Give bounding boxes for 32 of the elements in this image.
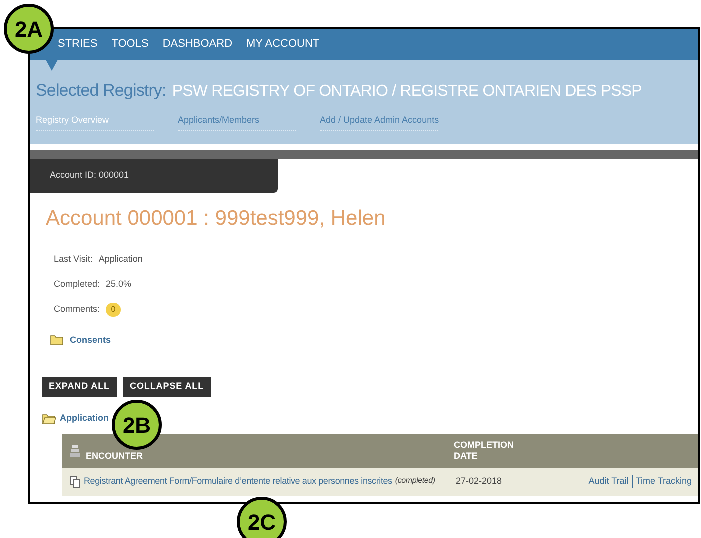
field-label: Completed:	[54, 278, 100, 292]
registry-name: PSW REGISTRY OF ONTARIO / REGISTRE ONTARIEN DES PSSP	[172, 82, 642, 102]
consents-link[interactable]: Consents	[70, 334, 112, 347]
nav-link[interactable]: STRIES	[58, 36, 98, 53]
field-label: Comments:	[54, 303, 100, 316]
registry-label: Selected Registry:	[36, 80, 166, 102]
nav-link[interactable]: DASHBOARD	[162, 36, 233, 53]
form-link[interactable]: Registrant Agreement Form/Formulaire d’entente relative aux personnes inscrites	[84, 474, 392, 488]
registry-tab[interactable]: Applicants/Members	[178, 114, 296, 130]
date-cell-text: 27-02-2018	[456, 474, 504, 488]
row-link[interactable]: Time Tracking	[632, 474, 692, 488]
callout-marker: 2C	[237, 497, 287, 538]
row-link[interactable]: Audit Trail	[588, 474, 629, 488]
document-icon	[70, 476, 80, 488]
registry-tab[interactable]: Add / Update Admin Accounts	[320, 114, 438, 130]
folder-icon	[42, 412, 56, 425]
toggle-button[interactable]: EXPAND ALL	[42, 377, 118, 397]
nav-link[interactable]: TOOLS	[112, 36, 149, 53]
callout-marker: 2A	[4, 4, 54, 54]
folder-icon	[50, 334, 64, 346]
field-value: Application	[98, 253, 143, 266]
stack-icon	[70, 444, 80, 456]
toggle-button[interactable]: COLLAPSE ALL	[123, 377, 212, 397]
status-text: (completed)	[395, 474, 436, 487]
application-folder-link[interactable]: Application	[60, 412, 109, 426]
comment-count-badge[interactable]: 0	[106, 303, 122, 317]
field-value: 25.0%	[106, 278, 132, 292]
callout-marker: 2B	[112, 400, 162, 450]
account-heading: Account 000001 : 999test999, Helen	[46, 206, 387, 232]
field-label: Last Visit:	[54, 253, 93, 266]
column-header[interactable]: COMPLETION DATE	[454, 440, 514, 462]
nav-link[interactable]: MY ACCOUNT	[246, 36, 320, 53]
